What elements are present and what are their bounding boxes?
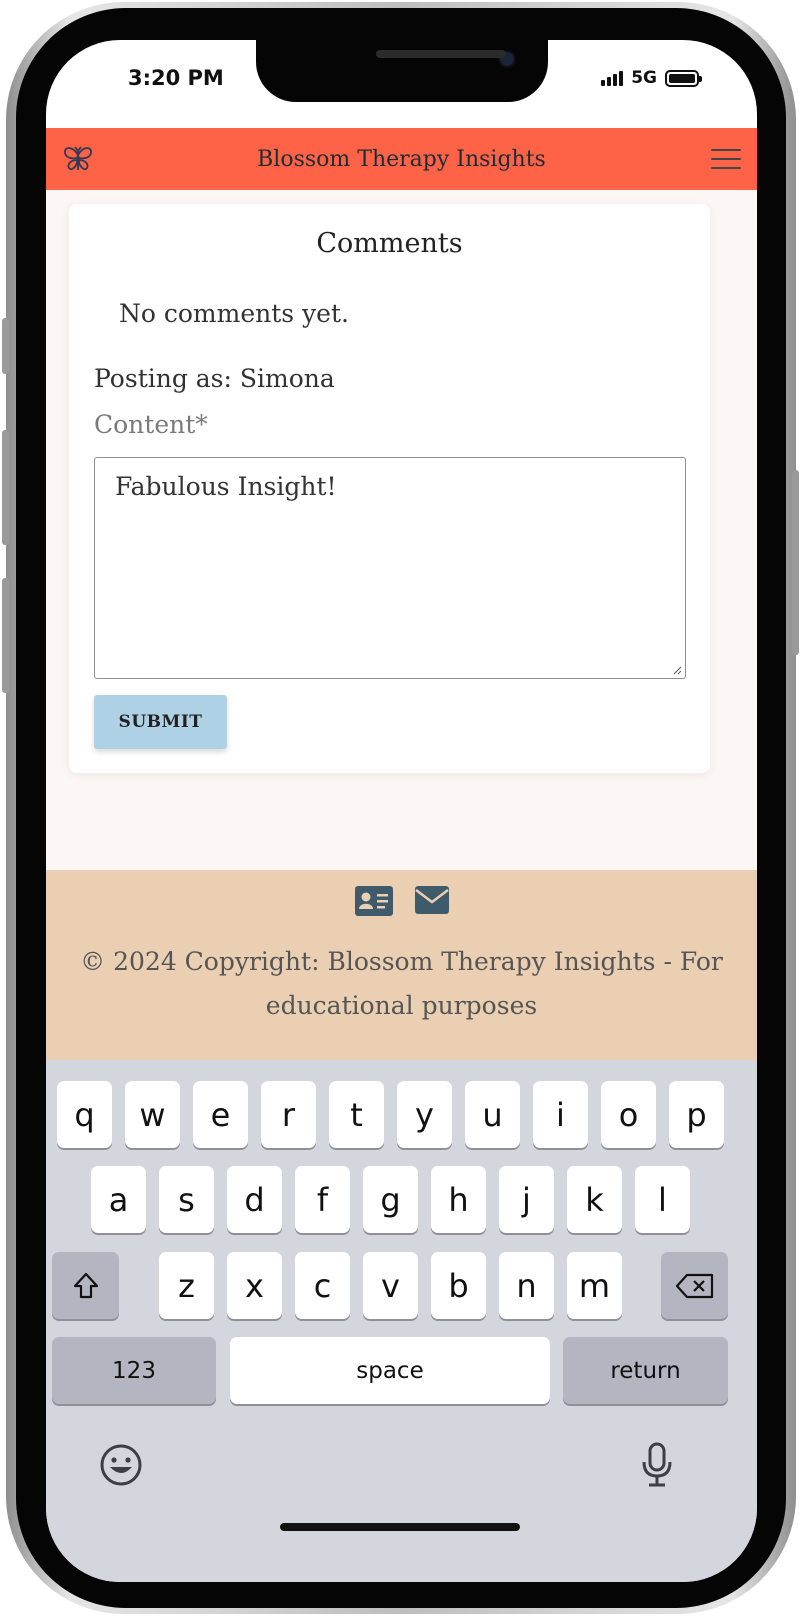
copyright-text: © 2024 Copyright: Blossom Therapy Insigh… bbox=[80, 947, 723, 1020]
key-r[interactable]: r bbox=[261, 1081, 316, 1148]
key-w[interactable]: w bbox=[125, 1081, 180, 1148]
hamburger-icon[interactable] bbox=[711, 146, 741, 172]
posting-as-label: Posting as: Simona bbox=[94, 364, 335, 393]
home-indicator[interactable] bbox=[280, 1523, 520, 1531]
footer: © 2024 Copyright: Blossom Therapy Insigh… bbox=[46, 870, 757, 1060]
key-v[interactable]: v bbox=[363, 1252, 418, 1319]
phone-screen: 3:20 PM 5G Blossom Therapy Insights Comm… bbox=[46, 40, 757, 1582]
on-screen-keyboard: 123 space return qwertyuiop asdfghjkl zxcv… bbox=[46, 1060, 757, 1582]
comments-heading: Comments bbox=[316, 228, 463, 259]
key-x[interactable]: x bbox=[227, 1252, 282, 1319]
resize-handle-icon[interactable] bbox=[672, 665, 682, 675]
brand-title[interactable]: Blossom Therapy Insights bbox=[257, 147, 546, 172]
key-i[interactable]: i bbox=[533, 1081, 588, 1148]
status-time: 3:20 PM bbox=[128, 66, 224, 90]
key-b[interactable]: b bbox=[431, 1252, 486, 1319]
key-s[interactable]: s bbox=[159, 1166, 214, 1233]
speaker-grille bbox=[376, 50, 506, 58]
key-d[interactable]: d bbox=[227, 1166, 282, 1233]
key-o[interactable]: o bbox=[601, 1081, 656, 1148]
key-j[interactable]: j bbox=[499, 1166, 554, 1233]
comments-card: Comments No comments yet. Posting as: Si… bbox=[69, 204, 710, 773]
emoji-icon[interactable] bbox=[99, 1443, 143, 1487]
submit-button[interactable]: SUBMIT bbox=[94, 695, 227, 749]
envelope-icon[interactable] bbox=[414, 886, 449, 914]
silent-switch bbox=[2, 318, 9, 374]
key-z[interactable]: z bbox=[159, 1252, 214, 1319]
space-key[interactable]: space bbox=[230, 1337, 550, 1404]
key-q[interactable]: q bbox=[57, 1081, 112, 1148]
signal-icon bbox=[601, 70, 624, 86]
key-t[interactable]: t bbox=[329, 1081, 384, 1148]
shift-key[interactable] bbox=[52, 1252, 119, 1319]
key-p[interactable]: p bbox=[669, 1081, 724, 1148]
battery-icon bbox=[665, 69, 702, 87]
key-g[interactable]: g bbox=[363, 1166, 418, 1233]
volume-down-button bbox=[2, 578, 9, 693]
key-y[interactable]: y bbox=[397, 1081, 452, 1148]
shift-icon bbox=[73, 1272, 98, 1298]
no-comments-text: No comments yet. bbox=[119, 299, 349, 328]
key-k[interactable]: k bbox=[567, 1166, 622, 1233]
key-m[interactable]: m bbox=[567, 1252, 622, 1319]
return-key[interactable]: return bbox=[563, 1337, 728, 1404]
key-u[interactable]: u bbox=[465, 1081, 520, 1148]
comment-content-textarea[interactable]: Fabulous Insight! bbox=[94, 457, 686, 679]
volume-up-button bbox=[2, 430, 9, 545]
delete-key[interactable] bbox=[661, 1252, 728, 1319]
main-content: Comments No comments yet. Posting as: Si… bbox=[46, 190, 757, 870]
key-n[interactable]: n bbox=[499, 1252, 554, 1319]
backspace-icon bbox=[675, 1273, 713, 1298]
content-label: Content* bbox=[94, 410, 208, 439]
status-indicators: 5G bbox=[601, 68, 702, 88]
key-e[interactable]: e bbox=[193, 1081, 248, 1148]
key-c[interactable]: c bbox=[295, 1252, 350, 1319]
navbar: Blossom Therapy Insights bbox=[46, 128, 757, 190]
power-button bbox=[792, 470, 799, 655]
key-f[interactable]: f bbox=[295, 1166, 350, 1233]
network-label: 5G bbox=[631, 68, 657, 88]
microphone-icon[interactable] bbox=[640, 1442, 674, 1488]
key-a[interactable]: a bbox=[91, 1166, 146, 1233]
butterfly-icon[interactable] bbox=[62, 143, 94, 175]
footer-icons bbox=[46, 886, 757, 916]
numbers-key[interactable]: 123 bbox=[52, 1337, 216, 1404]
key-l[interactable]: l bbox=[635, 1166, 690, 1233]
key-h[interactable]: h bbox=[431, 1166, 486, 1233]
comment-content-value: Fabulous Insight! bbox=[115, 472, 337, 501]
id-card-icon[interactable] bbox=[354, 886, 393, 916]
